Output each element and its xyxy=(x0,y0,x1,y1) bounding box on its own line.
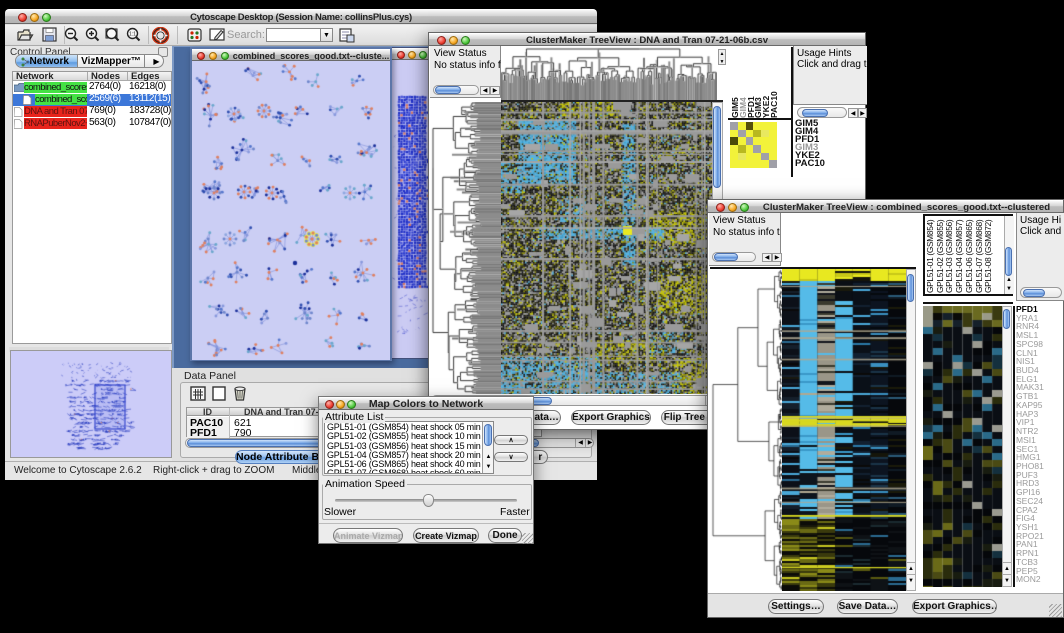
svg-text:1:1: 1:1 xyxy=(129,32,136,38)
